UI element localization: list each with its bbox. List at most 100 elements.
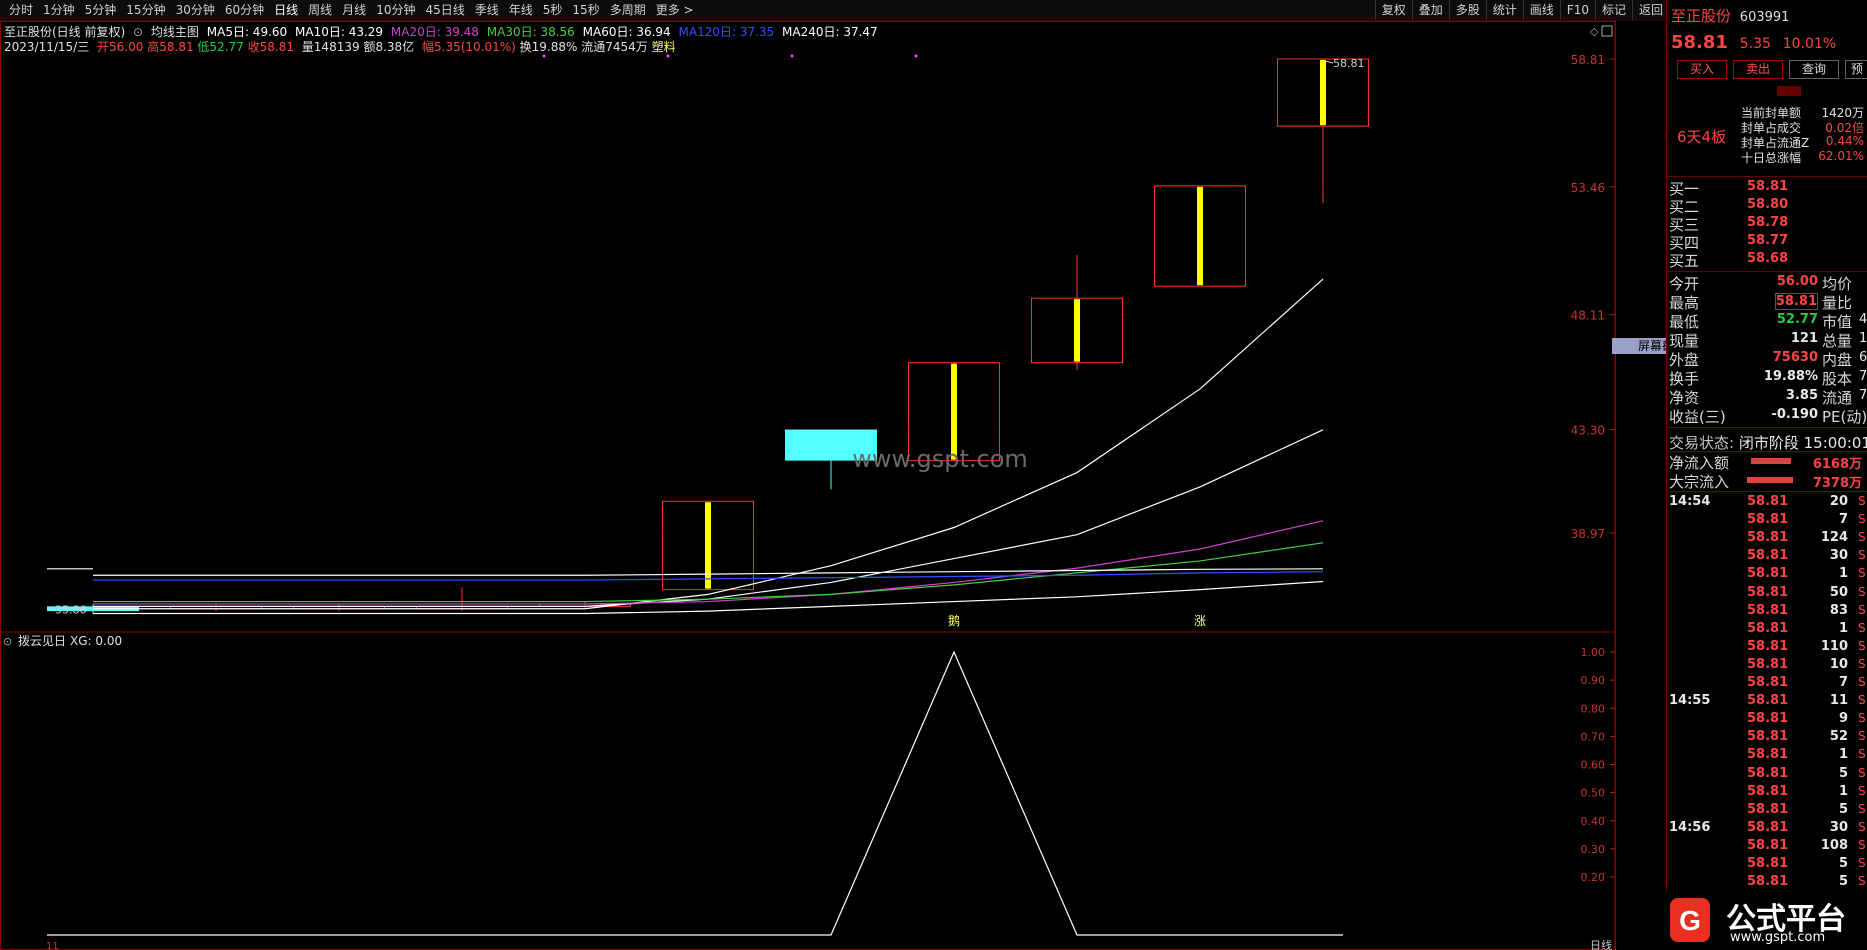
chart-border [0,21,1616,950]
tool-button[interactable]: 标记 [1594,0,1632,20]
flow-bar [1751,458,1791,464]
tool-button[interactable]: 叠加 [1411,0,1449,20]
tick-side: S [1858,512,1866,527]
tool-button[interactable]: 返回 [1631,0,1669,20]
limit-up-bar [1074,299,1080,362]
stock-name[interactable]: 至正股份 [1671,7,1731,25]
board-count: 6天4板 [1677,128,1727,146]
bid-price[interactable]: 58.80 [1747,197,1788,212]
collapse-arrow-icon[interactable] [1777,86,1801,96]
period-tab[interactable]: 30分钟 [171,0,220,20]
limit-up-bar [1197,186,1203,286]
tick-price: 58.81 [1747,530,1789,546]
stat-label: 现量 [1669,332,1700,350]
quote-panel: 至正股份 603991 58.81 5.35 10.01% 买入 卖出 查询 预… [1666,0,1867,950]
tick-volume: 5 [1838,856,1848,871]
tool-button[interactable]: 多股 [1448,0,1486,20]
ma-label: MA240日: 37.47 [782,25,878,39]
stat-label: 量比 [1822,294,1853,312]
divider [1667,176,1867,177]
tick-time: 14:54 [1669,494,1711,509]
tick-price: 58.81 [1747,801,1789,817]
period-tab[interactable]: 1分钟 [38,0,80,20]
period-tab[interactable]: 年线 [504,0,538,20]
tick-volume: 52 [1829,729,1848,745]
tag-b-label: 涨 [1194,613,1206,628]
tick-volume: 5 [1838,801,1848,817]
tick-side: S [1858,856,1866,870]
tool-button[interactable]: 统计 [1485,0,1523,20]
period-tab[interactable]: 5秒 [538,0,568,20]
trade-status-value: 闭市阶段 15:00:01 [1738,434,1867,452]
tick-volume: 110 [1820,638,1848,654]
sub-tick-label: 0.40 [1581,815,1606,828]
stat-label: 市值 [1822,313,1853,331]
max-pointer [1324,60,1334,64]
ma-label: MA60日: 36.94 [582,25,671,39]
sub-tick-label: 0.50 [1581,787,1606,800]
bid-price[interactable]: 58.77 [1747,233,1788,248]
bar-change: 幅5.35(10.01%) [422,40,516,54]
tick-side: S [1858,801,1866,816]
trade-status: 交易状态: 闭市阶段 15:00:01 [1669,432,1867,453]
tool-button[interactable]: F10 [1559,0,1595,20]
bar-low: 低52.77 [197,40,244,54]
candle [1154,185,1246,287]
sub-chart-title: 拨云见日 [18,634,66,648]
period-tab[interactable]: 季线 [470,0,504,20]
tick-side: S [1858,783,1866,798]
tool-button[interactable]: 复权 [1374,0,1412,20]
indicator-toggle-icon[interactable]: ⊙ [133,25,143,39]
period-tab[interactable]: 日线 [269,0,303,20]
sell-button[interactable]: 卖出 [1733,60,1783,79]
period-tab[interactable]: 60分钟 [220,0,269,20]
period-tab[interactable]: 更多 > [651,0,699,20]
stat-value: 14 [1859,331,1867,346]
tick-price: 58.81 [1747,602,1789,618]
period-tab[interactable]: 月线 [337,0,371,20]
period-tab[interactable]: 15秒 [567,0,604,20]
logo-badge-letter: G [1679,905,1701,936]
tool-button[interactable]: 画线 [1522,0,1560,20]
period-tab[interactable]: 多周期 [605,0,651,20]
tick-price: 58.81 [1747,837,1789,853]
tick-price: 58.81 [1747,675,1789,690]
period-tab[interactable]: 5分钟 [80,0,122,20]
bar-date: 2023/11/15/三 [4,40,90,54]
bid-price[interactable]: 58.68 [1747,251,1788,266]
stat-value: 3.85 [1785,388,1818,403]
gspt-logo: G 公式平台 www.gspt.com [1666,892,1867,950]
order-button[interactable]: 预 [1845,60,1867,79]
tick-price: 58.81 [1747,512,1789,528]
query-button[interactable]: 查询 [1789,60,1839,79]
period-tab[interactable]: 周线 [303,0,337,20]
tick-volume: 30 [1829,548,1848,564]
tick-price: 58.81 [1747,874,1789,890]
tick-time: 14:55 [1669,693,1711,709]
flow-value: 6168万 [1812,457,1862,472]
bid-price[interactable]: 58.78 [1747,215,1788,230]
tick-volume: 108 [1820,837,1848,853]
tick-price: 58.81 [1747,819,1789,835]
tick-side: S [1858,675,1866,689]
stat-value: 56.00 [1776,274,1818,289]
window-toggle-icon [1601,25,1613,37]
period-tab[interactable]: 分时 [4,0,38,20]
bid-price[interactable]: 58.81 [1747,179,1788,194]
period-tabs: 分时 1分钟 5分钟 15分钟 30分钟 60分钟 日线 周线 月线 10分钟 45日线 季线 年线 5秒… [0,0,699,20]
buy-button[interactable]: 买入 [1677,60,1727,79]
signal-dot [914,54,918,58]
kline-chart-area[interactable]: 58.81 53.46 48.11 43.30 38.97 58.81 35.86 鹅 涨 www… [0,21,1616,950]
stat-value: 19.88% [1763,369,1818,384]
stat-label: 最高 [1669,294,1700,312]
kline-chart-svg[interactable]: 58.81 53.46 48.11 43.30 38.97 58.81 35.86 鹅 涨 www… [0,21,1616,950]
bar-close: 收58.81 [247,40,294,54]
period-tab[interactable]: 10分钟 [371,0,420,20]
sub-tick-label: 0.90 [1581,674,1606,687]
indicator-name[interactable]: 均线主图 [151,25,199,39]
tick-price: 58.81 [1747,783,1789,799]
period-tab[interactable]: 15分钟 [121,0,170,20]
tick-volume: 1 [1838,620,1848,636]
period-tab[interactable]: 45日线 [420,0,469,20]
tick-price: 58.81 [1747,566,1789,582]
